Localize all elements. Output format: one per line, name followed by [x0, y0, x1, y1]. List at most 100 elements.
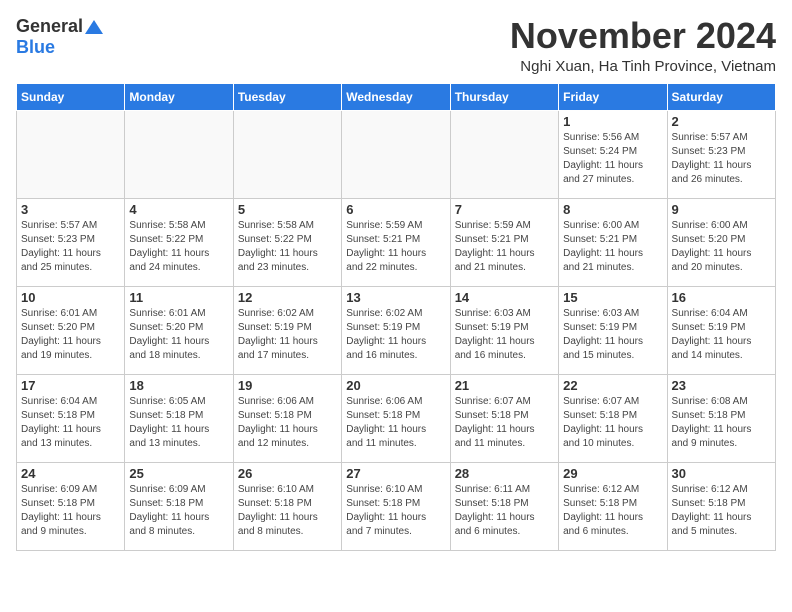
calendar-cell: 14 Sunrise: 6:03 AM Sunset: 5:19 PM Dayli… [450, 286, 558, 374]
day-info: Sunrise: 5:58 AM Sunset: 5:22 PM Dayligh… [129, 219, 228, 275]
day-number: 7 [455, 202, 554, 217]
day-number: 9 [672, 202, 771, 217]
calendar-cell: 13Sunrise: 6:02 AM Sunset: 5:19 PM Dayli… [342, 286, 450, 374]
day-number: 6 [346, 202, 445, 217]
day-number: 14 [455, 290, 554, 305]
day-info: Sunrise: 6:09 AM Sunset: 5:18 PM Dayligh… [21, 483, 120, 539]
day-number: 2 [672, 114, 771, 129]
calendar-cell: 30 Sunrise: 6:12 AM Sunset: 5:18 PM Dayli… [667, 462, 775, 550]
logo-icon [85, 18, 103, 36]
calendar-cell: 11 Sunrise: 6:01 AM Sunset: 5:20 PM Dayli… [125, 286, 233, 374]
page-header: General Blue November 2024 Nghi Xuan, Ha… [16, 16, 776, 75]
day-number: 15 [563, 290, 662, 305]
calendar-cell: 19 Sunrise: 6:06 AM Sunset: 5:18 PM Dayli… [233, 374, 341, 462]
day-number: 3 [21, 202, 120, 217]
day-number: 19 [238, 378, 337, 393]
calendar-cell [450, 110, 558, 198]
calendar-week-row: 17Sunrise: 6:04 AM Sunset: 5:18 PM Dayli… [17, 374, 776, 462]
day-number: 26 [238, 466, 337, 481]
day-info: Sunrise: 6:12 AM Sunset: 5:18 PM Dayligh… [563, 483, 662, 539]
day-number: 22 [563, 378, 662, 393]
day-info: Sunrise: 6:00 AM Sunset: 5:21 PM Dayligh… [563, 219, 662, 275]
day-number: 11 [129, 290, 228, 305]
weekday-header: Wednesday [342, 83, 450, 110]
day-number: 16 [672, 290, 771, 305]
day-info: Sunrise: 6:10 AM Sunset: 5:18 PM Dayligh… [238, 483, 337, 539]
day-number: 18 [129, 378, 228, 393]
calendar-cell [233, 110, 341, 198]
day-info: Sunrise: 5:59 AM Sunset: 5:21 PM Dayligh… [455, 219, 554, 275]
month-title: November 2024 [510, 16, 776, 56]
weekday-header-row: SundayMondayTuesdayWednesdayThursdayFrid… [17, 83, 776, 110]
day-info: Sunrise: 6:07 AM Sunset: 5:18 PM Dayligh… [455, 395, 554, 451]
calendar-cell: 7 Sunrise: 5:59 AM Sunset: 5:21 PM Daylig… [450, 198, 558, 286]
day-info: Sunrise: 6:03 AM Sunset: 5:19 PM Dayligh… [455, 307, 554, 363]
day-number: 1 [563, 114, 662, 129]
calendar-table: SundayMondayTuesdayWednesdayThursdayFrid… [16, 83, 776, 551]
weekday-header: Friday [559, 83, 667, 110]
day-info: Sunrise: 6:04 AM Sunset: 5:19 PM Dayligh… [672, 307, 771, 363]
day-number: 27 [346, 466, 445, 481]
calendar-week-row: 10 Sunrise: 6:01 AM Sunset: 5:20 PM Dayli… [17, 286, 776, 374]
calendar-cell: 5Sunrise: 5:58 AM Sunset: 5:22 PM Daylig… [233, 198, 341, 286]
day-number: 30 [672, 466, 771, 481]
calendar-cell [125, 110, 233, 198]
calendar-cell: 28 Sunrise: 6:11 AM Sunset: 5:18 PM Dayli… [450, 462, 558, 550]
day-number: 13 [346, 290, 445, 305]
calendar-cell: 18Sunrise: 6:05 AM Sunset: 5:18 PM Dayli… [125, 374, 233, 462]
calendar-cell: 6 Sunrise: 5:59 AM Sunset: 5:21 PM Daylig… [342, 198, 450, 286]
day-info: Sunrise: 6:08 AM Sunset: 5:18 PM Dayligh… [672, 395, 771, 451]
calendar-cell: 26 Sunrise: 6:10 AM Sunset: 5:18 PM Dayli… [233, 462, 341, 550]
calendar-cell: 4 Sunrise: 5:58 AM Sunset: 5:22 PM Daylig… [125, 198, 233, 286]
day-number: 24 [21, 466, 120, 481]
calendar-cell: 8 Sunrise: 6:00 AM Sunset: 5:21 PM Daylig… [559, 198, 667, 286]
day-info: Sunrise: 6:01 AM Sunset: 5:20 PM Dayligh… [21, 307, 120, 363]
day-number: 8 [563, 202, 662, 217]
weekday-header: Monday [125, 83, 233, 110]
logo-blue-text: Blue [16, 37, 55, 57]
day-info: Sunrise: 6:12 AM Sunset: 5:18 PM Dayligh… [672, 483, 771, 539]
day-number: 10 [21, 290, 120, 305]
day-info: Sunrise: 6:01 AM Sunset: 5:20 PM Dayligh… [129, 307, 228, 363]
calendar-cell: 10 Sunrise: 6:01 AM Sunset: 5:20 PM Dayli… [17, 286, 125, 374]
calendar-cell: 24 Sunrise: 6:09 AM Sunset: 5:18 PM Dayli… [17, 462, 125, 550]
calendar-week-row: 24 Sunrise: 6:09 AM Sunset: 5:18 PM Dayli… [17, 462, 776, 550]
day-info: Sunrise: 6:10 AM Sunset: 5:18 PM Dayligh… [346, 483, 445, 539]
calendar-cell: 20Sunrise: 6:06 AM Sunset: 5:18 PM Dayli… [342, 374, 450, 462]
day-number: 20 [346, 378, 445, 393]
calendar-cell: 21Sunrise: 6:07 AM Sunset: 5:18 PM Dayli… [450, 374, 558, 462]
day-info: Sunrise: 6:09 AM Sunset: 5:18 PM Dayligh… [129, 483, 228, 539]
calendar-week-row: 3Sunrise: 5:57 AM Sunset: 5:23 PM Daylig… [17, 198, 776, 286]
calendar-cell: 16 Sunrise: 6:04 AM Sunset: 5:19 PM Dayli… [667, 286, 775, 374]
weekday-header: Sunday [17, 83, 125, 110]
weekday-header: Tuesday [233, 83, 341, 110]
calendar-cell: 2 Sunrise: 5:57 AM Sunset: 5:23 PM Daylig… [667, 110, 775, 198]
calendar-cell: 15 Sunrise: 6:03 AM Sunset: 5:19 PM Dayli… [559, 286, 667, 374]
calendar-cell: 3Sunrise: 5:57 AM Sunset: 5:23 PM Daylig… [17, 198, 125, 286]
day-info: Sunrise: 5:57 AM Sunset: 5:23 PM Dayligh… [672, 131, 771, 187]
calendar-cell: 25Sunrise: 6:09 AM Sunset: 5:18 PM Dayli… [125, 462, 233, 550]
day-number: 28 [455, 466, 554, 481]
day-info: Sunrise: 6:02 AM Sunset: 5:19 PM Dayligh… [238, 307, 337, 363]
logo-general-text: General [16, 16, 83, 37]
day-info: Sunrise: 6:11 AM Sunset: 5:18 PM Dayligh… [455, 483, 554, 539]
day-info: Sunrise: 5:58 AM Sunset: 5:22 PM Dayligh… [238, 219, 337, 275]
day-number: 4 [129, 202, 228, 217]
day-number: 12 [238, 290, 337, 305]
day-info: Sunrise: 6:03 AM Sunset: 5:19 PM Dayligh… [563, 307, 662, 363]
calendar-cell: 12 Sunrise: 6:02 AM Sunset: 5:19 PM Dayli… [233, 286, 341, 374]
location-subtitle: Nghi Xuan, Ha Tinh Province, Vietnam [510, 58, 776, 75]
calendar-cell: 22Sunrise: 6:07 AM Sunset: 5:18 PM Dayli… [559, 374, 667, 462]
calendar-cell: 23 Sunrise: 6:08 AM Sunset: 5:18 PM Dayli… [667, 374, 775, 462]
day-number: 29 [563, 466, 662, 481]
day-info: Sunrise: 5:59 AM Sunset: 5:21 PM Dayligh… [346, 219, 445, 275]
day-info: Sunrise: 6:06 AM Sunset: 5:18 PM Dayligh… [238, 395, 337, 451]
calendar-cell: 27 Sunrise: 6:10 AM Sunset: 5:18 PM Dayli… [342, 462, 450, 550]
title-section: November 2024 Nghi Xuan, Ha Tinh Provinc… [510, 16, 776, 75]
calendar-cell: 1Sunrise: 5:56 AM Sunset: 5:24 PM Daylig… [559, 110, 667, 198]
day-info: Sunrise: 6:04 AM Sunset: 5:18 PM Dayligh… [21, 395, 120, 451]
logo: General Blue [16, 16, 103, 58]
weekday-header: Saturday [667, 83, 775, 110]
day-number: 23 [672, 378, 771, 393]
weekday-header: Thursday [450, 83, 558, 110]
